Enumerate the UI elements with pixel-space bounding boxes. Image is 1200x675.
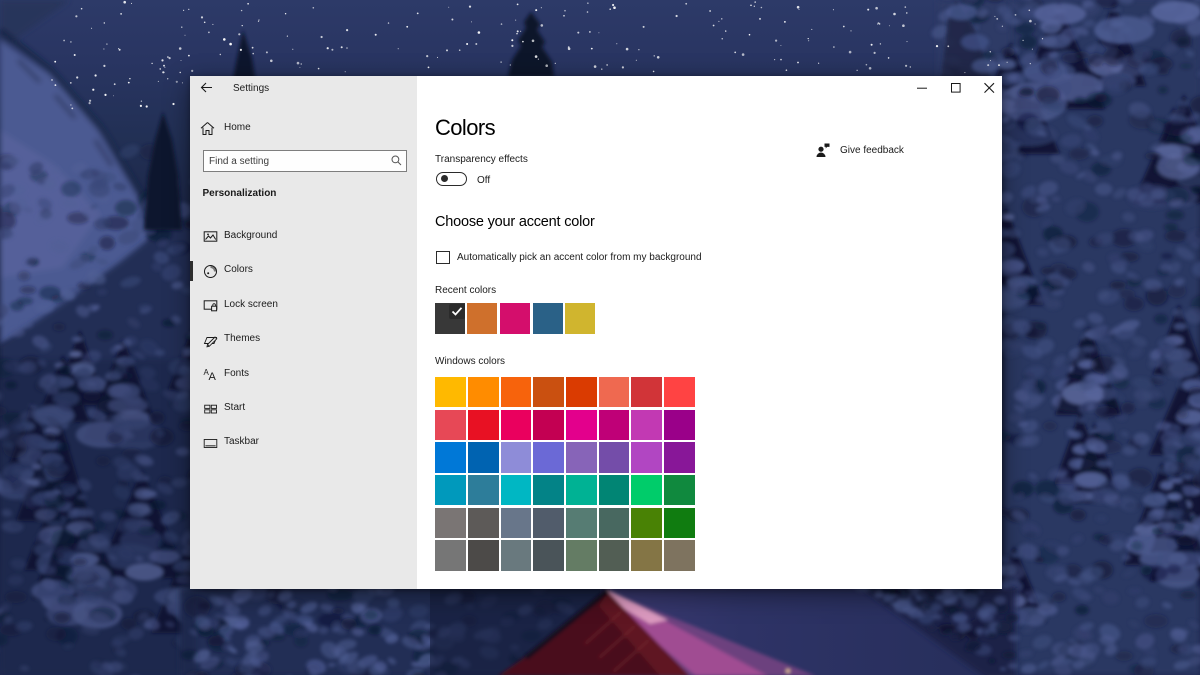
svg-text:A: A — [209, 371, 217, 382]
